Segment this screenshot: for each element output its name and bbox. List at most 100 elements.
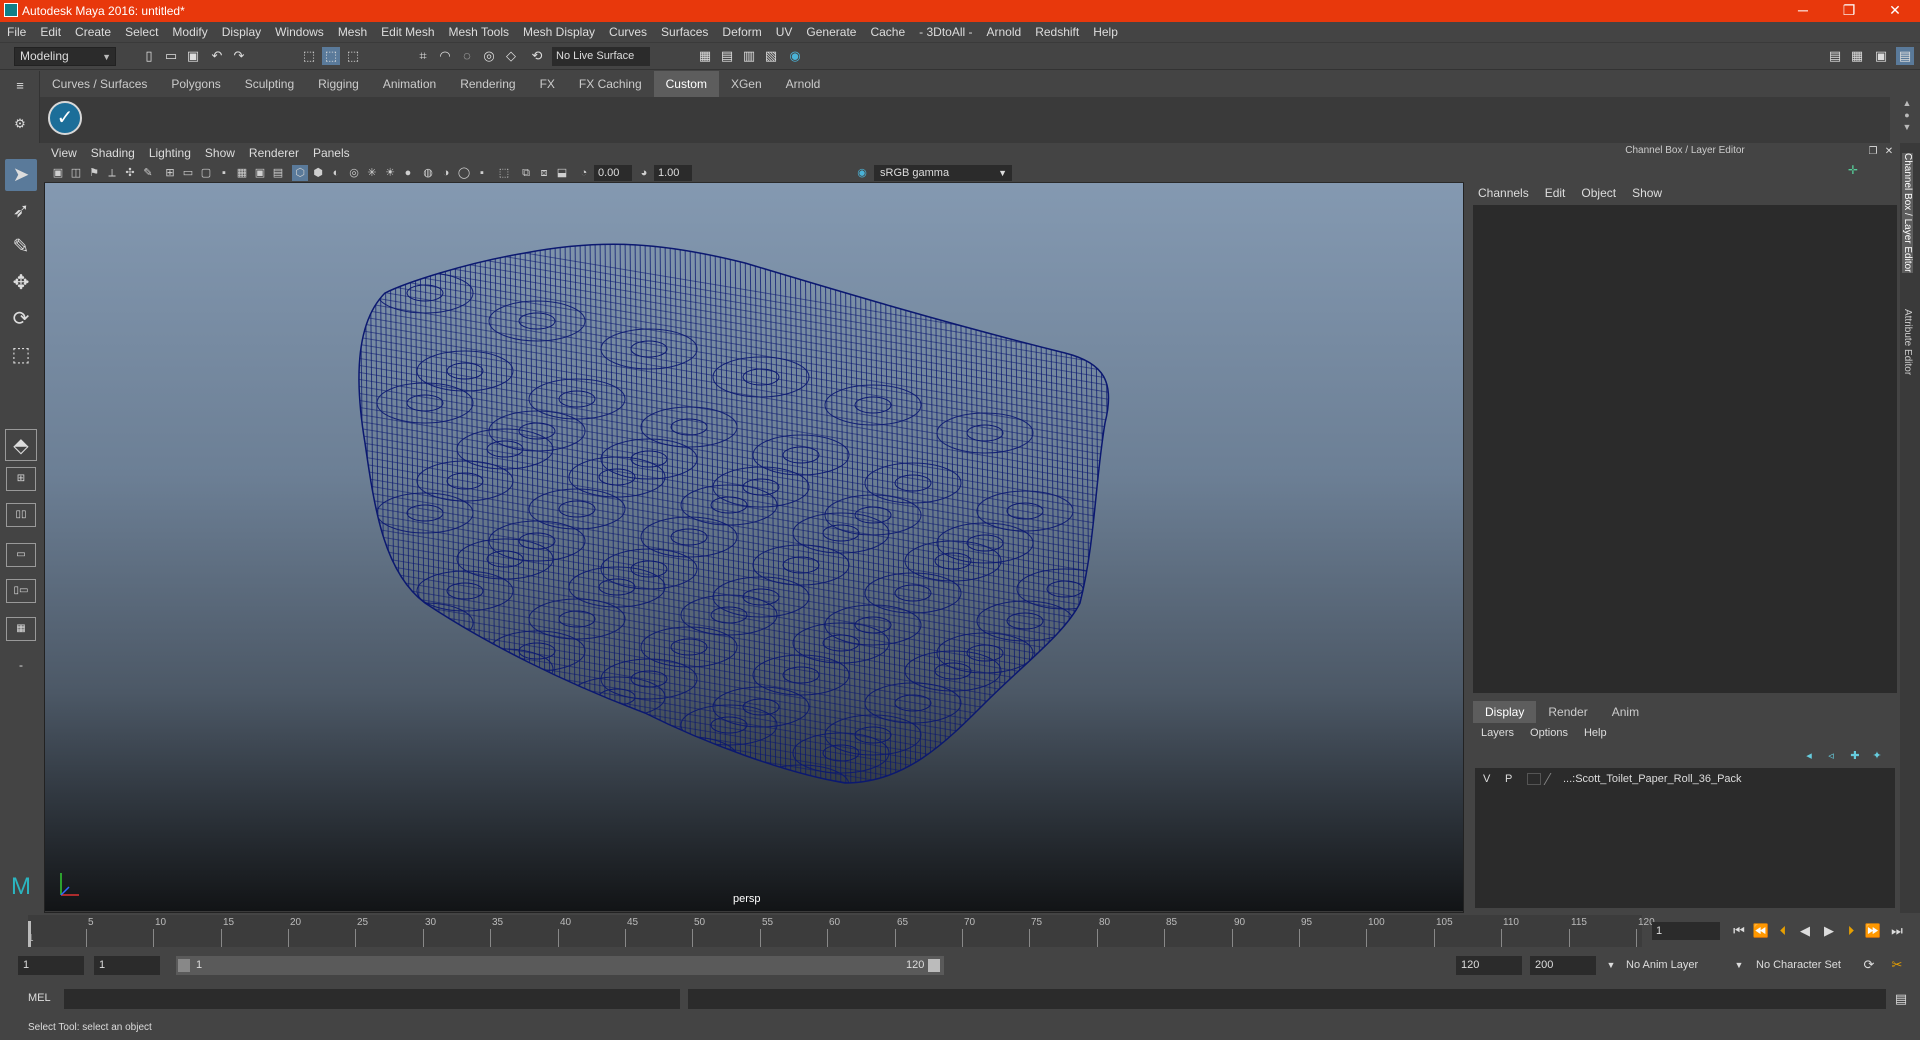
- menu-uv[interactable]: UV: [769, 22, 800, 43]
- modeling-toolkit-icon[interactable]: ▤: [1826, 47, 1844, 65]
- layer-menu-layers[interactable]: Layers: [1473, 723, 1522, 743]
- menu-deform[interactable]: Deform: [715, 22, 768, 43]
- select-component-icon[interactable]: ⬚: [344, 47, 362, 65]
- gamma-field[interactable]: 1.00: [654, 165, 692, 181]
- menu-edit-mesh[interactable]: Edit Mesh: [374, 22, 441, 43]
- time-slider-track[interactable]: 1 51015202530354045505560657075808590951…: [28, 915, 1655, 947]
- menu-create[interactable]: Create: [68, 22, 118, 43]
- grid-icon[interactable]: ⊞: [162, 165, 178, 181]
- menu-cache[interactable]: Cache: [863, 22, 912, 43]
- shelf-menu-icon[interactable]: ≡: [11, 77, 29, 95]
- range-end-handle[interactable]: [928, 959, 940, 972]
- menu-edit[interactable]: Edit: [33, 22, 68, 43]
- xray-joints-icon[interactable]: ⧉: [518, 165, 534, 181]
- view-transform-dropdown[interactable]: sRGB gamma: [874, 165, 1012, 181]
- command-input[interactable]: [64, 989, 680, 1009]
- layer-color-swatch[interactable]: [1543, 773, 1563, 785]
- layout-more-icon[interactable]: -: [5, 649, 37, 681]
- menu-arnold[interactable]: Arnold: [980, 22, 1029, 43]
- select-camera-icon[interactable]: ▣: [50, 165, 66, 181]
- shelf-tab-rigging[interactable]: Rigging: [306, 71, 371, 97]
- side-tab-attribute-editor[interactable]: Attribute Editor: [1902, 309, 1913, 375]
- layer-tab-display[interactable]: Display: [1473, 701, 1537, 723]
- shelf-tab-fx-caching[interactable]: FX Caching: [567, 71, 654, 97]
- grease-pencil-icon[interactable]: ✎: [140, 165, 156, 181]
- hypershade-icon[interactable]: ◉: [786, 47, 804, 65]
- menu-3dtoall[interactable]: - 3DtoAll -: [912, 22, 979, 43]
- range-slider[interactable]: 1 120: [176, 956, 944, 975]
- snap-point-icon[interactable]: ◌: [458, 47, 476, 65]
- channel-box-menu-channels[interactable]: Channels: [1470, 183, 1537, 203]
- viewport-menu-panels[interactable]: Panels: [306, 143, 357, 163]
- menu-mesh-display[interactable]: Mesh Display: [516, 22, 602, 43]
- viewport-menu-shading[interactable]: Shading: [84, 143, 142, 163]
- camera-attributes-icon[interactable]: ◫: [68, 165, 84, 181]
- menu-mesh-tools[interactable]: Mesh Tools: [442, 22, 516, 43]
- xray-components-icon[interactable]: ⧈: [536, 165, 552, 181]
- exposure-icon[interactable]: ◔: [576, 165, 592, 181]
- rotate-tool-icon[interactable]: ⟳: [5, 303, 37, 335]
- bookmark-icon[interactable]: ⚑: [86, 165, 102, 181]
- side-tab-channel-box[interactable]: Channel Box / Layer Editor: [1902, 153, 1913, 273]
- film-gate-icon[interactable]: ▭: [180, 165, 196, 181]
- layer-menu-help[interactable]: Help: [1576, 723, 1615, 743]
- snap-live-icon[interactable]: ⟲: [528, 47, 546, 65]
- toilet-paper-pack-wireframe[interactable]: [45, 183, 1463, 911]
- snap-grid-icon[interactable]: ⌗: [414, 47, 432, 65]
- shelf-tab-rendering[interactable]: Rendering: [448, 71, 527, 97]
- channel-box-menu-edit[interactable]: Edit: [1537, 183, 1574, 203]
- depth-of-field-icon[interactable]: ◯: [456, 165, 472, 181]
- select-object-icon[interactable]: ⬚: [322, 47, 340, 65]
- menu-curves[interactable]: Curves: [602, 22, 654, 43]
- maximize-button[interactable]: ❐: [1826, 0, 1872, 22]
- persp-graph-layout-icon[interactable]: ▭: [6, 543, 36, 567]
- channel-box-menu-show[interactable]: Show: [1624, 183, 1670, 203]
- safe-title-icon[interactable]: ▤: [270, 165, 286, 181]
- select-tool-icon[interactable]: ➤: [5, 159, 37, 191]
- save-scene-icon[interactable]: ▣: [184, 47, 202, 65]
- gate-mask-icon[interactable]: ▪: [216, 165, 232, 181]
- textured-icon[interactable]: ◎: [346, 165, 362, 181]
- menu-select[interactable]: Select: [118, 22, 165, 43]
- new-layer-selected-icon[interactable]: ✦: [1868, 747, 1886, 765]
- shelf-tab-sculpting[interactable]: Sculpting: [233, 71, 306, 97]
- exposure-field[interactable]: 0.00: [594, 165, 632, 181]
- color-management-icon[interactable]: ◉: [854, 165, 870, 181]
- close-button[interactable]: ✕: [1872, 0, 1918, 22]
- range-start-handle[interactable]: [178, 959, 190, 972]
- anim-layer-selector[interactable]: No Anim Layer: [1620, 956, 1740, 975]
- wireframe-on-shaded-icon[interactable]: ◐: [328, 165, 344, 181]
- layer-move-up-icon[interactable]: ◂: [1800, 747, 1818, 765]
- shelf-tab-animation[interactable]: Animation: [371, 71, 448, 97]
- shelf-tab-xgen[interactable]: XGen: [719, 71, 774, 97]
- layer-row[interactable]: V P ...:Scott_Toilet_Paper_Roll_36_Pack: [1475, 770, 1895, 788]
- menu-modify[interactable]: Modify: [165, 22, 214, 43]
- layer-move-down-icon[interactable]: ◃: [1822, 747, 1840, 765]
- tool-settings-icon[interactable]: ▣: [1872, 47, 1890, 65]
- four-view-layout-icon[interactable]: ⊞: [6, 467, 36, 491]
- shelf-check-icon[interactable]: ✓: [48, 101, 82, 135]
- ipr-render-icon[interactable]: ▧: [762, 47, 780, 65]
- shelf-settings-icon[interactable]: ⚙: [11, 115, 29, 133]
- shelf-tab-curves-surfaces[interactable]: Curves / Surfaces: [40, 71, 159, 97]
- layer-menu-options[interactable]: Options: [1522, 723, 1576, 743]
- character-set-dropdown-arrow[interactable]: ▼: [1730, 956, 1748, 974]
- animation-preferences-icon[interactable]: ✂: [1888, 956, 1906, 974]
- channel-box-icon[interactable]: ▤: [1896, 47, 1914, 65]
- layer-tab-anim[interactable]: Anim: [1600, 701, 1651, 723]
- gamma-icon[interactable]: ◕: [636, 165, 652, 181]
- move-tool-icon[interactable]: ✥: [5, 267, 37, 299]
- snap-surface-icon[interactable]: ◇: [502, 47, 520, 65]
- viewport-menu-view[interactable]: View: [44, 143, 84, 163]
- anim-layer-dropdown-arrow[interactable]: ▼: [1602, 956, 1620, 974]
- image-plane-icon[interactable]: ⟂: [104, 165, 120, 181]
- viewport-menu-renderer[interactable]: Renderer: [242, 143, 306, 163]
- menu-mesh[interactable]: Mesh: [331, 22, 374, 43]
- auto-key-icon[interactable]: ⟳: [1860, 956, 1878, 974]
- menu-redshift[interactable]: Redshift: [1028, 22, 1086, 43]
- viewport-menu-lighting[interactable]: Lighting: [142, 143, 198, 163]
- minimize-button[interactable]: ─: [1780, 0, 1826, 22]
- menu-display[interactable]: Display: [215, 22, 268, 43]
- script-editor-icon[interactable]: ▤: [1892, 990, 1910, 1008]
- new-layer-icon[interactable]: ✚: [1846, 747, 1864, 765]
